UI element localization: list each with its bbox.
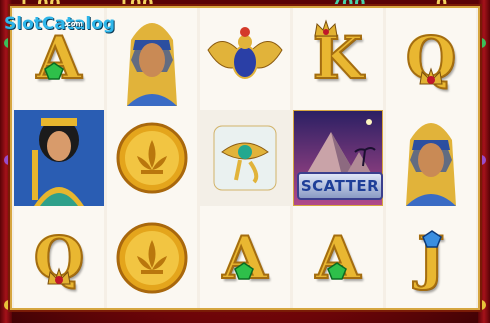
symbol-pharaoh [107, 10, 197, 106]
symbol-cleopatra [14, 110, 104, 206]
symbol-scatter: SCATTER [293, 110, 383, 206]
reel-1: A Q [14, 8, 104, 308]
gold-lotus-coin-icon [116, 122, 188, 194]
reel-4: K SCATTER A [293, 8, 383, 308]
reel-5: Q J [386, 8, 476, 308]
symbol-gold-coin [107, 210, 197, 306]
reel-3: A [200, 8, 290, 308]
eye-of-horus-icon [213, 125, 277, 191]
slotcatalog-watermark: SlotCatalog .com [4, 14, 115, 34]
symbol-letter-k: K [293, 10, 383, 106]
gold-lotus-coin-icon [116, 222, 188, 294]
symbol-letter-a: A [293, 210, 383, 306]
symbol-eye-of-horus [200, 110, 290, 206]
emerald-icon [234, 262, 254, 280]
symbol-gold-coin [107, 110, 197, 206]
symbol-letter-a: A [200, 210, 290, 306]
emerald-icon [44, 62, 64, 80]
watermark-text: SlotCatalog [4, 14, 116, 34]
watermark-suffix: .com [64, 20, 83, 28]
reel-grid: A Q A K SCATTER A Q J [12, 8, 478, 308]
symbol-letter-q: Q [386, 10, 476, 106]
emerald-icon [327, 262, 347, 280]
symbol-scarab [200, 10, 290, 106]
crown-icon [314, 19, 338, 37]
scarab-icon [207, 27, 283, 79]
ruby-crown-icon [419, 67, 443, 85]
pharaoh-icon [406, 123, 456, 206]
ruby-crown-icon [47, 267, 71, 285]
reel-2 [107, 8, 197, 308]
scatter-label: SCATTER [297, 172, 383, 200]
symbol-letter-q: Q [14, 210, 104, 306]
symbol-pharaoh [386, 110, 476, 206]
symbol-letter-j: J [386, 210, 476, 306]
cleopatra-icon [14, 110, 104, 206]
sapphire-icon [422, 230, 442, 248]
pharaoh-icon [127, 23, 177, 106]
